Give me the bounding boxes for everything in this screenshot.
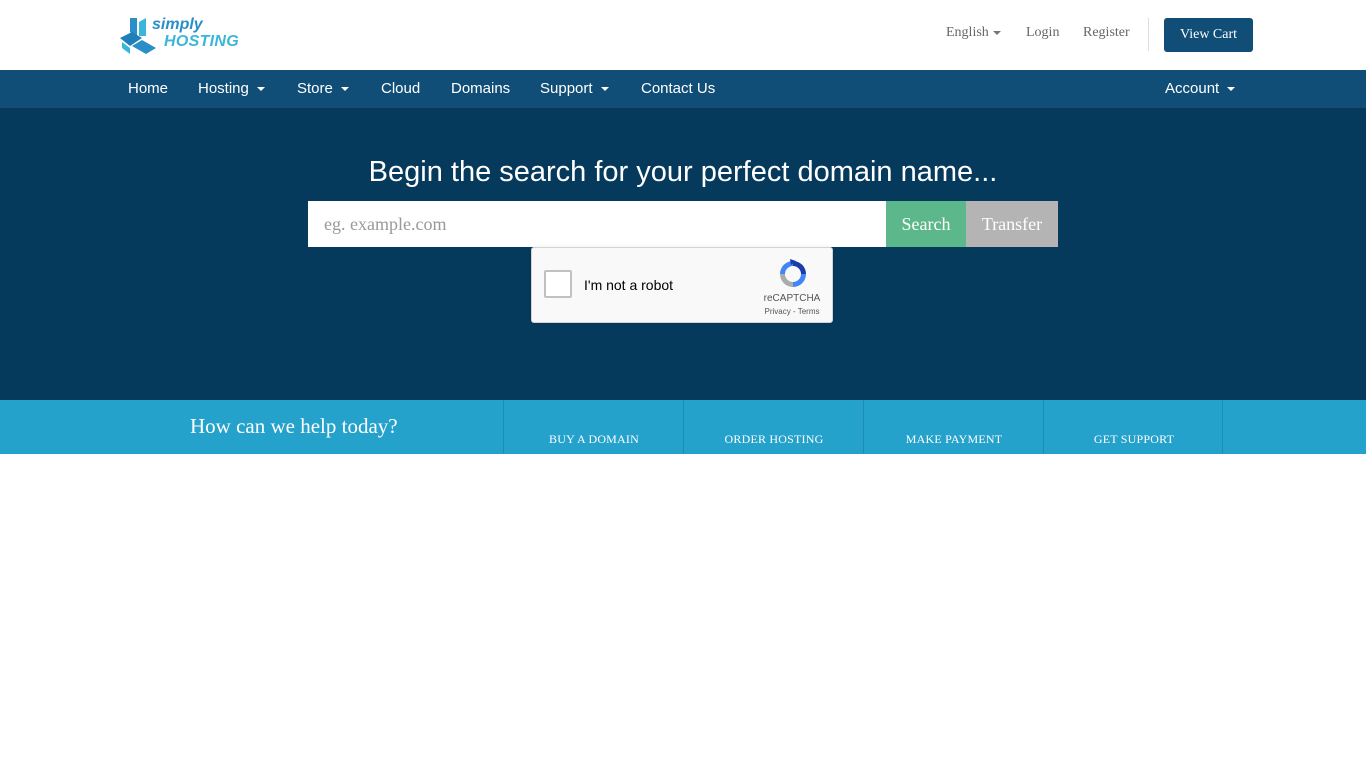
nav-item-store[interactable]: Store <box>297 70 349 108</box>
nav-item-cloud[interactable]: Cloud <box>381 70 420 108</box>
chevron-down-icon <box>600 87 609 92</box>
get-support-link[interactable]: GET SUPPORT <box>1043 400 1223 454</box>
top-header: simply HOSTING English Login Register Vi… <box>0 0 1366 70</box>
help-strip: How can we help today? BUY A DOMAIN ORDE… <box>0 400 1366 454</box>
domain-search-input[interactable] <box>308 201 886 247</box>
hero-title: Begin the search for your perfect domain… <box>368 156 998 188</box>
language-label: English <box>946 25 989 40</box>
order-hosting-link[interactable]: ORDER HOSTING <box>683 400 863 454</box>
site-logo[interactable]: simply HOSTING <box>120 14 245 56</box>
nav-item-domains[interactable]: Domains <box>451 70 510 108</box>
nav-label: Contact Us <box>641 80 716 97</box>
chevron-down-icon <box>992 30 1001 35</box>
login-link[interactable]: Login <box>1026 25 1059 41</box>
help-link-label: ORDER HOSTING <box>724 432 824 446</box>
buy-domain-link[interactable]: BUY A DOMAIN <box>503 400 683 454</box>
register-link[interactable]: Register <box>1083 25 1130 41</box>
language-selector[interactable]: English <box>946 25 1001 41</box>
help-link-label: GET SUPPORT <box>1093 432 1175 446</box>
nav-item-contact-us[interactable]: Contact Us <box>641 70 715 108</box>
main-navbar: Home Hosting Store Cloud Domains Support… <box>0 70 1366 108</box>
chevron-down-icon <box>1227 87 1236 92</box>
nav-item-support[interactable]: Support <box>540 70 609 108</box>
logo-text-hosting: HOSTING <box>164 33 239 50</box>
nav-label: Support <box>540 80 593 97</box>
chevron-down-icon <box>256 87 265 92</box>
nav-item-hosting[interactable]: Hosting <box>198 70 265 108</box>
recaptcha-checkbox[interactable] <box>544 270 572 298</box>
recaptcha-brand: reCAPTCHA <box>763 293 821 304</box>
chevron-down-icon <box>340 87 349 92</box>
view-cart-button[interactable]: View Cart <box>1164 18 1253 52</box>
nav-label: Account <box>1165 80 1220 97</box>
help-title: How can we help today? <box>190 414 398 438</box>
nav-label: Store <box>297 80 333 97</box>
nav-label: Domains <box>451 80 511 97</box>
help-link-label: BUY A DOMAIN <box>549 432 639 446</box>
nav-item-home[interactable]: Home <box>128 70 168 108</box>
help-link-label: MAKE PAYMENT <box>905 432 1003 446</box>
make-payment-link[interactable]: MAKE PAYMENT <box>863 400 1043 454</box>
nav-label: Cloud <box>381 80 421 97</box>
recaptcha-icon <box>780 259 806 287</box>
nav-label: Home <box>128 80 169 97</box>
recaptcha-label: I'm not a robot <box>584 277 674 293</box>
nav-item-account[interactable]: Account <box>1165 70 1236 108</box>
recaptcha-terms-link[interactable]: Privacy - Terms <box>752 307 832 316</box>
search-button[interactable]: Search <box>886 201 966 247</box>
recaptcha-widget: I'm not a robot reCAPTCHA Privacy - Term… <box>531 247 833 323</box>
logo-text-simply: simply <box>152 16 203 33</box>
nav-label: Hosting <box>198 80 249 97</box>
domain-search-hero: Begin the search for your perfect domain… <box>0 108 1366 400</box>
header-divider <box>1148 18 1149 51</box>
transfer-button[interactable]: Transfer <box>966 201 1058 247</box>
